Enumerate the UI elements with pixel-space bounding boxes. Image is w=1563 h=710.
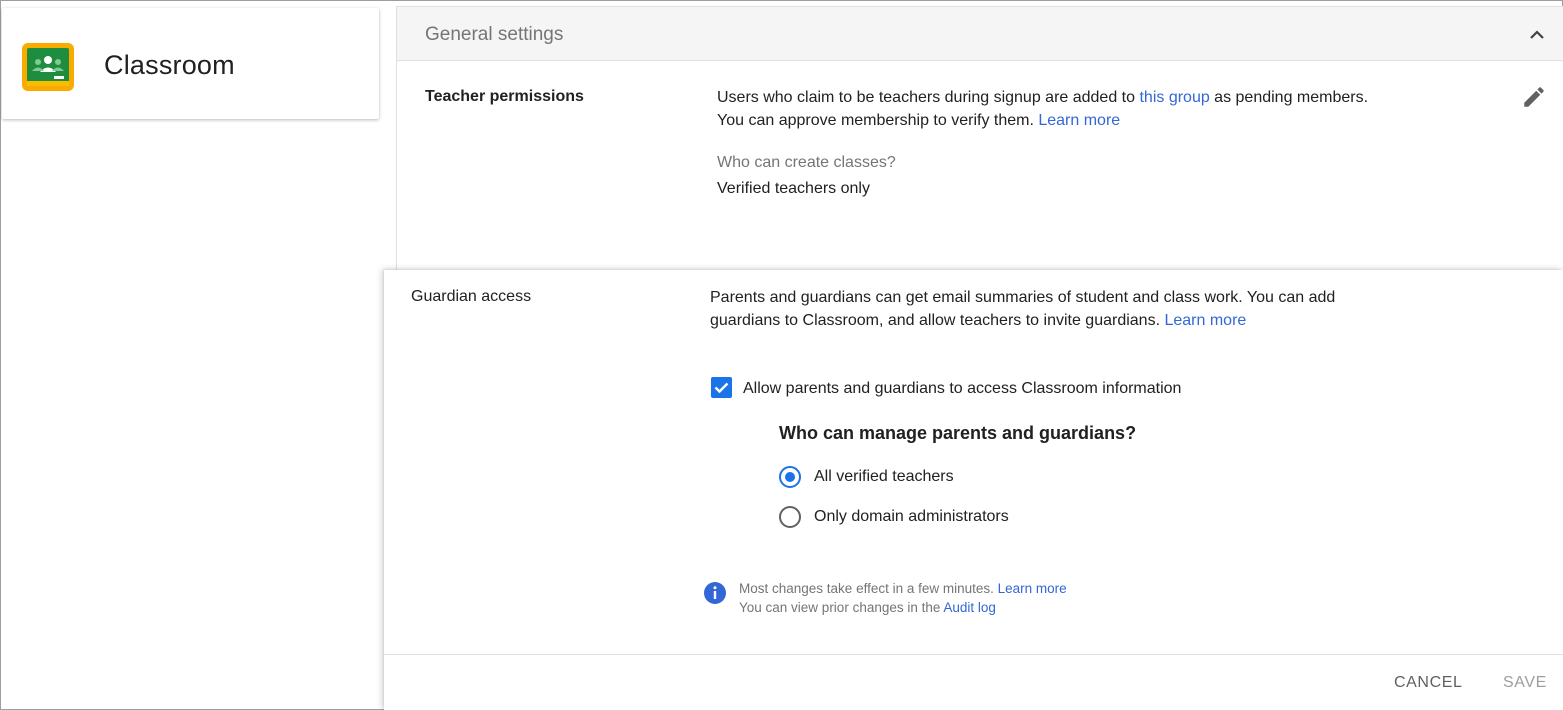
option-only-domain-administrators[interactable]: Only domain administrators — [814, 505, 1009, 528]
description-text: guardians to Classroom, and allow teache… — [710, 312, 1165, 329]
option-all-verified-teachers[interactable]: All verified teachers — [814, 465, 954, 488]
app-card[interactable]: Classroom — [2, 8, 379, 119]
audit-log-link[interactable]: Audit log — [943, 600, 996, 615]
guardian-access-description: Parents and guardians can get email summ… — [710, 286, 1335, 332]
description-text: Parents and guardians can get email summ… — [710, 289, 1336, 306]
description-text: as pending members. — [1209, 89, 1369, 106]
create-classes-question: Who can create classes? — [717, 154, 896, 171]
info-text: Most changes take effect in a few minute… — [739, 579, 1067, 617]
info-line: Most changes take effect in a few minute… — [739, 581, 998, 596]
teacher-permissions-description: Users who claim to be teachers during si… — [717, 86, 1368, 132]
teacher-permissions-label: Teacher permissions — [425, 88, 584, 105]
learn-more-link[interactable]: Learn more — [998, 581, 1067, 596]
create-classes-value: Verified teachers only — [717, 180, 870, 197]
checkmark-icon — [714, 382, 729, 394]
info-icon — [704, 582, 726, 604]
save-button[interactable]: SAVE — [1503, 674, 1547, 692]
learn-more-link[interactable]: Learn more — [1164, 312, 1246, 329]
this-group-link[interactable]: this group — [1139, 89, 1209, 106]
google-classroom-icon — [22, 43, 74, 91]
cancel-button[interactable]: CANCEL — [1394, 674, 1463, 692]
chevron-up-icon[interactable] — [1527, 25, 1547, 45]
learn-more-link[interactable]: Learn more — [1038, 112, 1120, 129]
description-text: You can approve membership to verify the… — [717, 112, 1039, 129]
settings-panel: General settings — [396, 6, 1563, 287]
radio-only-domain-administrators[interactable] — [779, 506, 801, 528]
footer-divider — [384, 654, 1563, 655]
description-text: Users who claim to be teachers during si… — [717, 89, 1140, 106]
guardian-access-label: Guardian access — [411, 288, 532, 305]
guardian-access-card — [384, 270, 1563, 710]
pencil-icon[interactable] — [1521, 84, 1547, 110]
app-name: Classroom — [104, 50, 235, 80]
manage-guardians-heading: Who can manage parents and guardians? — [779, 423, 1137, 443]
settings-section-header[interactable]: General settings — [397, 7, 1563, 61]
radio-all-verified-teachers[interactable] — [779, 466, 801, 488]
allow-guardians-label[interactable]: Allow parents and guardians to access Cl… — [743, 377, 1181, 400]
section-title: General settings — [425, 24, 564, 45]
allow-guardians-checkbox[interactable] — [711, 377, 732, 398]
info-line: You can view prior changes in the — [739, 600, 944, 615]
